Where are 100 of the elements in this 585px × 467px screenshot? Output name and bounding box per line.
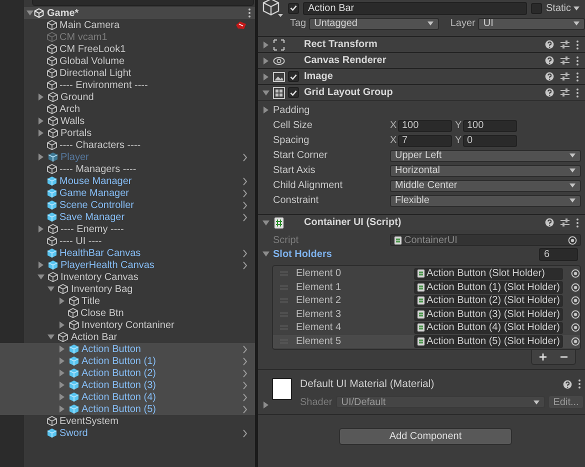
help-icon[interactable] <box>545 88 554 97</box>
expand-arrow-icon[interactable] <box>26 9 34 17</box>
hierarchy-item[interactable]: ---- Enemy ---- <box>0 223 255 235</box>
preset-icon[interactable] <box>560 88 570 97</box>
object-field[interactable]: Action Button (Slot Holder) <box>414 268 563 280</box>
help-icon[interactable] <box>545 218 554 227</box>
hierarchy-item[interactable]: Portals <box>0 127 255 139</box>
preset-icon[interactable] <box>560 72 570 81</box>
hierarchy-item[interactable]: PlayerHealth Canvas <box>0 259 255 271</box>
hierarchy-item[interactable]: Action Button (4) <box>0 391 255 403</box>
hierarchy-item[interactable]: Inventory Canvas <box>0 271 255 283</box>
help-icon[interactable] <box>562 380 572 388</box>
list-row[interactable]: Element 2 Action Button (2) (Slot Holder) <box>273 294 580 308</box>
hierarchy-item[interactable]: Sword <box>0 427 255 439</box>
expand-arrow-icon[interactable] <box>58 369 66 377</box>
number-field[interactable]: 100 <box>398 120 452 132</box>
property-dropdown[interactable]: Middle Center <box>390 180 581 192</box>
hierarchy-item[interactable]: Global Volume <box>0 55 255 67</box>
name-field[interactable]: Action Bar <box>303 2 527 14</box>
hierarchy-item[interactable]: Ground <box>0 91 255 103</box>
preset-icon[interactable] <box>560 40 570 49</box>
hierarchy-item[interactable]: Walls <box>0 115 255 127</box>
number-field[interactable]: 100 <box>463 120 517 132</box>
help-icon[interactable] <box>545 40 554 49</box>
plus-icon[interactable] <box>538 353 547 361</box>
hierarchy-item[interactable]: HealthBar Canvas <box>0 247 255 259</box>
object-field[interactable]: Action Button (3) (Slot Holder) <box>414 308 563 320</box>
preset-icon[interactable] <box>560 56 570 65</box>
number-field[interactable]: 7 <box>398 134 452 146</box>
foldout-label[interactable]: Padding <box>262 104 310 116</box>
expand-arrow-icon[interactable] <box>58 321 66 329</box>
hierarchy-item[interactable]: Mouse Manager <box>0 175 255 187</box>
object-field[interactable]: Action Button (5) (Slot Holder) <box>414 335 563 348</box>
preset-icon[interactable] <box>560 218 570 227</box>
layer-dropdown[interactable]: UI <box>478 18 585 30</box>
hierarchy-item[interactable]: Arch <box>0 103 255 115</box>
hierarchy-item[interactable]: EventSystem <box>0 415 255 427</box>
chevron-icon[interactable] <box>242 152 248 162</box>
component-menu-icon[interactable] <box>576 40 579 50</box>
enable-checkbox[interactable] <box>288 87 299 98</box>
expand-arrow-icon[interactable] <box>36 225 44 233</box>
hierarchy-item[interactable]: Close Btn <box>0 307 255 319</box>
expand-arrow-icon[interactable] <box>58 405 66 413</box>
list-row[interactable]: Element 4 Action Button (4) (Slot Holder) <box>273 321 580 334</box>
object-field[interactable]: Action Button (4) (Slot Holder) <box>414 322 563 334</box>
hierarchy-item[interactable]: Inventory Bag <box>0 283 255 295</box>
hierarchy-item[interactable]: ---- Managers ---- <box>0 163 255 175</box>
drag-handle-icon[interactable] <box>280 271 288 276</box>
static-checkbox[interactable] <box>531 2 542 14</box>
static-dropdown[interactable]: Static <box>546 2 580 14</box>
list-row[interactable]: Element 5 Action Button (5) (Slot Holder) <box>273 334 580 348</box>
component-menu-icon[interactable] <box>578 379 581 389</box>
expand-arrow-icon[interactable] <box>47 333 55 341</box>
expand-arrow-icon[interactable] <box>58 393 66 401</box>
expand-arrow-icon[interactable] <box>262 40 270 48</box>
size-field[interactable]: 6 <box>539 248 578 260</box>
hierarchy-item[interactable]: ---- Characters ---- <box>0 139 255 151</box>
expand-arrow-icon[interactable] <box>262 56 270 64</box>
component-menu-icon[interactable] <box>576 218 579 228</box>
hierarchy-item[interactable]: Game Manager <box>0 187 255 199</box>
list-row[interactable]: Element 0 Action Button (Slot Holder) <box>273 267 580 280</box>
menu-icon[interactable] <box>248 8 251 18</box>
expand-arrow-icon[interactable] <box>36 273 44 281</box>
component-menu-icon[interactable] <box>576 88 579 98</box>
expand-arrow-icon[interactable] <box>58 381 66 389</box>
hierarchy-item[interactable]: Directional Light <box>0 67 255 79</box>
hierarchy-item[interactable]: ---- UI ---- <box>0 235 255 247</box>
active-checkbox[interactable] <box>288 2 299 14</box>
hierarchy-item[interactable]: Inventory Contaniner <box>0 319 255 331</box>
hierarchy-item[interactable]: Action Button (5) <box>0 403 255 415</box>
gameobject-cube-icon[interactable] <box>262 0 284 18</box>
property-dropdown[interactable]: Upper Left <box>390 150 581 162</box>
expand-arrow-icon[interactable] <box>36 261 44 269</box>
number-field[interactable]: 0 <box>463 134 517 146</box>
object-field[interactable]: Action Button (2) (Slot Holder) <box>414 294 563 307</box>
expand-arrow-icon[interactable] <box>262 106 270 114</box>
search-field[interactable] <box>32 0 254 6</box>
list-row[interactable]: Element 3 Action Button (3) (Slot Holder) <box>273 308 580 321</box>
help-icon[interactable] <box>545 72 554 81</box>
object-field[interactable]: Action Button (1) (Slot Holder) <box>414 281 563 294</box>
hierarchy-item[interactable]: Title <box>0 295 255 307</box>
expand-arrow-icon[interactable] <box>262 72 270 80</box>
expand-arrow-icon[interactable] <box>58 297 66 305</box>
hierarchy-item[interactable]: CM FreeLook1 <box>0 43 255 55</box>
component-menu-icon[interactable] <box>576 56 579 66</box>
hierarchy-item[interactable]: Action Button (1) <box>0 355 255 367</box>
enable-checkbox[interactable] <box>288 71 299 82</box>
expand-arrow-icon[interactable] <box>58 345 66 353</box>
scene-row[interactable]: Game* <box>24 7 255 19</box>
expand-arrow-icon[interactable] <box>262 88 270 96</box>
hierarchy-item[interactable]: Action Bar <box>0 331 255 343</box>
drag-handle-icon[interactable] <box>280 325 288 330</box>
hierarchy-item[interactable]: Scene Controller <box>0 199 255 211</box>
component-menu-icon[interactable] <box>576 72 579 82</box>
expand-arrow-icon[interactable] <box>262 218 270 226</box>
drag-handle-icon[interactable] <box>280 298 288 304</box>
expand-arrow-icon[interactable] <box>36 129 44 137</box>
expand-arrow-icon[interactable] <box>58 357 66 365</box>
drag-handle-icon[interactable] <box>280 284 288 290</box>
property-dropdown[interactable]: Horizontal <box>390 164 581 176</box>
